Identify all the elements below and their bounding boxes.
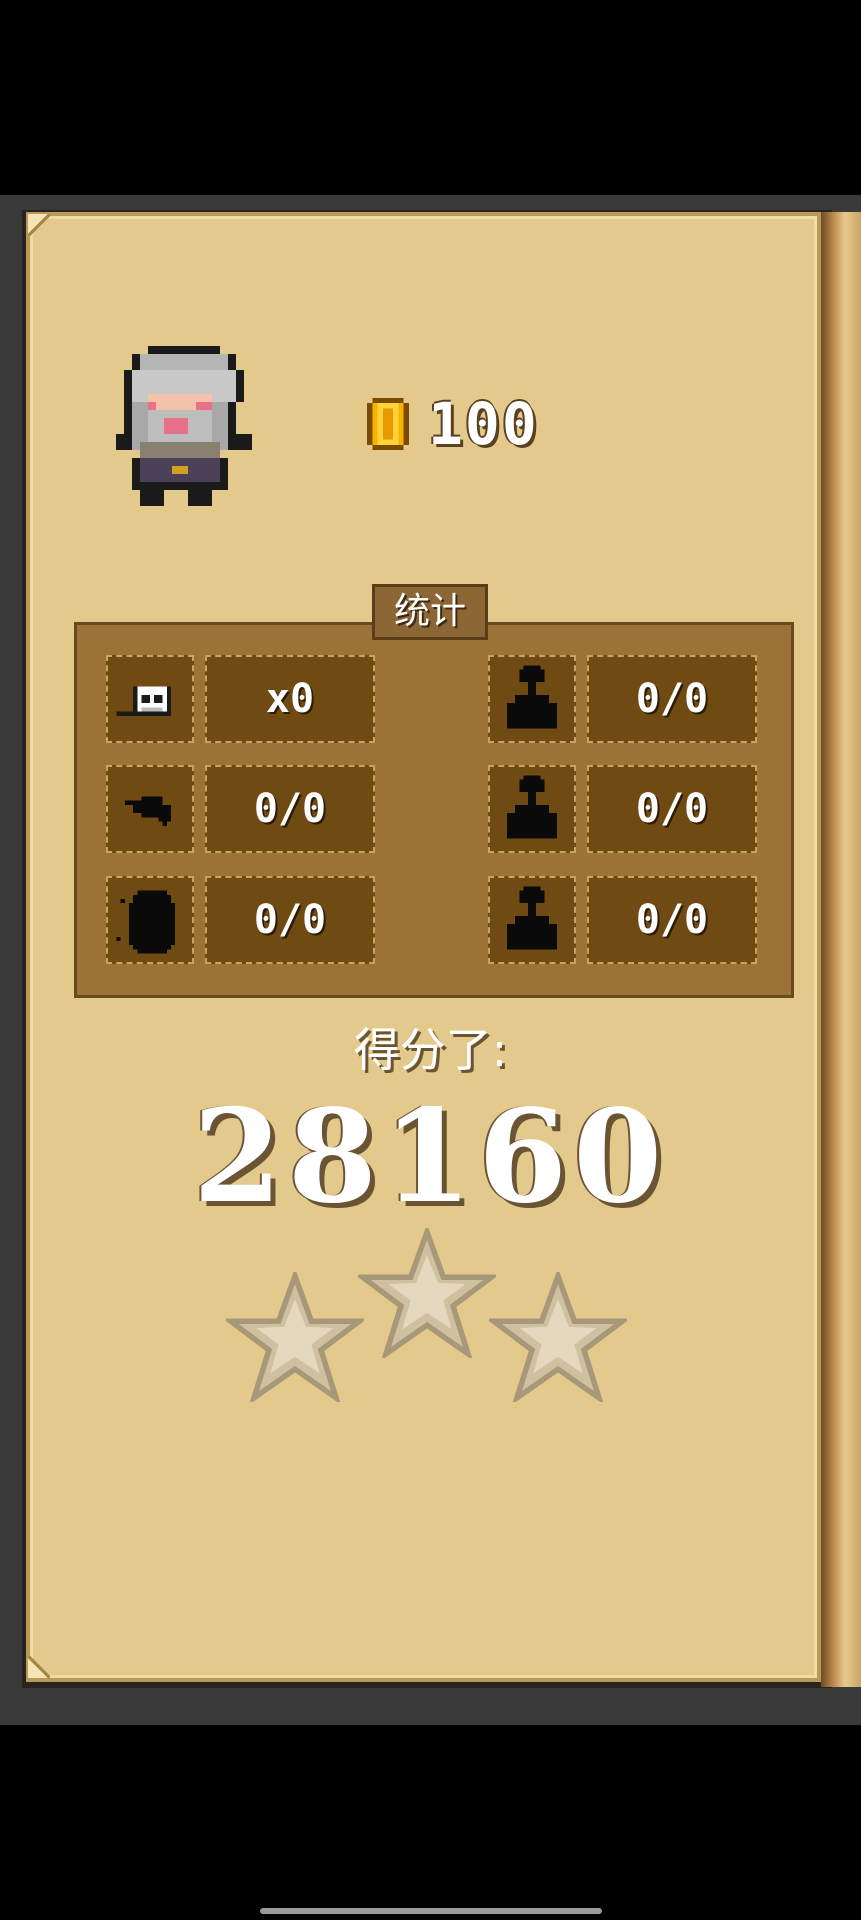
potion-bottle-icon <box>506 665 558 729</box>
stat-icon-cell <box>488 876 576 964</box>
star-1-icon <box>226 1272 364 1402</box>
stat-value-cell: x0 <box>205 655 375 743</box>
skull-icon <box>116 686 171 716</box>
stat-icon-cell <box>106 765 194 853</box>
bottom-letterbox <box>0 1725 861 1920</box>
page-corner-top <box>28 214 50 236</box>
gold-coin-icon <box>367 398 409 450</box>
page-corner-bottom <box>28 1656 50 1678</box>
potion-bottle-icon <box>506 886 558 950</box>
potion-bottle-icon <box>506 775 558 839</box>
creature-count-value: 0/0 <box>253 786 327 832</box>
wizard-avatar <box>116 346 252 506</box>
stat-value-cell: 0/0 <box>587 655 757 743</box>
boss-count-value: 0/0 <box>253 897 327 943</box>
item-count-value-3: 0/0 <box>635 897 709 943</box>
rat-icon <box>124 796 171 826</box>
home-indicator[interactable] <box>260 1908 602 1914</box>
book-spine <box>821 212 861 1687</box>
star-3-icon <box>489 1272 627 1402</box>
stat-value-cell: 0/0 <box>587 765 757 853</box>
stats-title: 统计 <box>372 584 488 640</box>
star-2-icon <box>358 1228 496 1358</box>
item-count-value-1: 0/0 <box>635 676 709 722</box>
stat-value-cell: 0/0 <box>587 876 757 964</box>
stat-value-cell: 0/0 <box>205 876 375 964</box>
stat-icon-cell <box>488 655 576 743</box>
stat-icon-cell <box>488 765 576 853</box>
kills-value: x0 <box>265 676 315 722</box>
stat-icon-cell <box>106 655 194 743</box>
stat-icon-cell <box>106 876 194 964</box>
item-count-value-2: 0/0 <box>635 786 709 832</box>
top-letterbox <box>0 0 861 195</box>
score-value: 28160 <box>192 1082 669 1232</box>
score-label: 得分了: <box>353 1023 508 1077</box>
stat-value-cell: 0/0 <box>205 765 375 853</box>
coin-count: 100 <box>428 390 539 458</box>
shadow-creature-icon <box>116 890 176 954</box>
